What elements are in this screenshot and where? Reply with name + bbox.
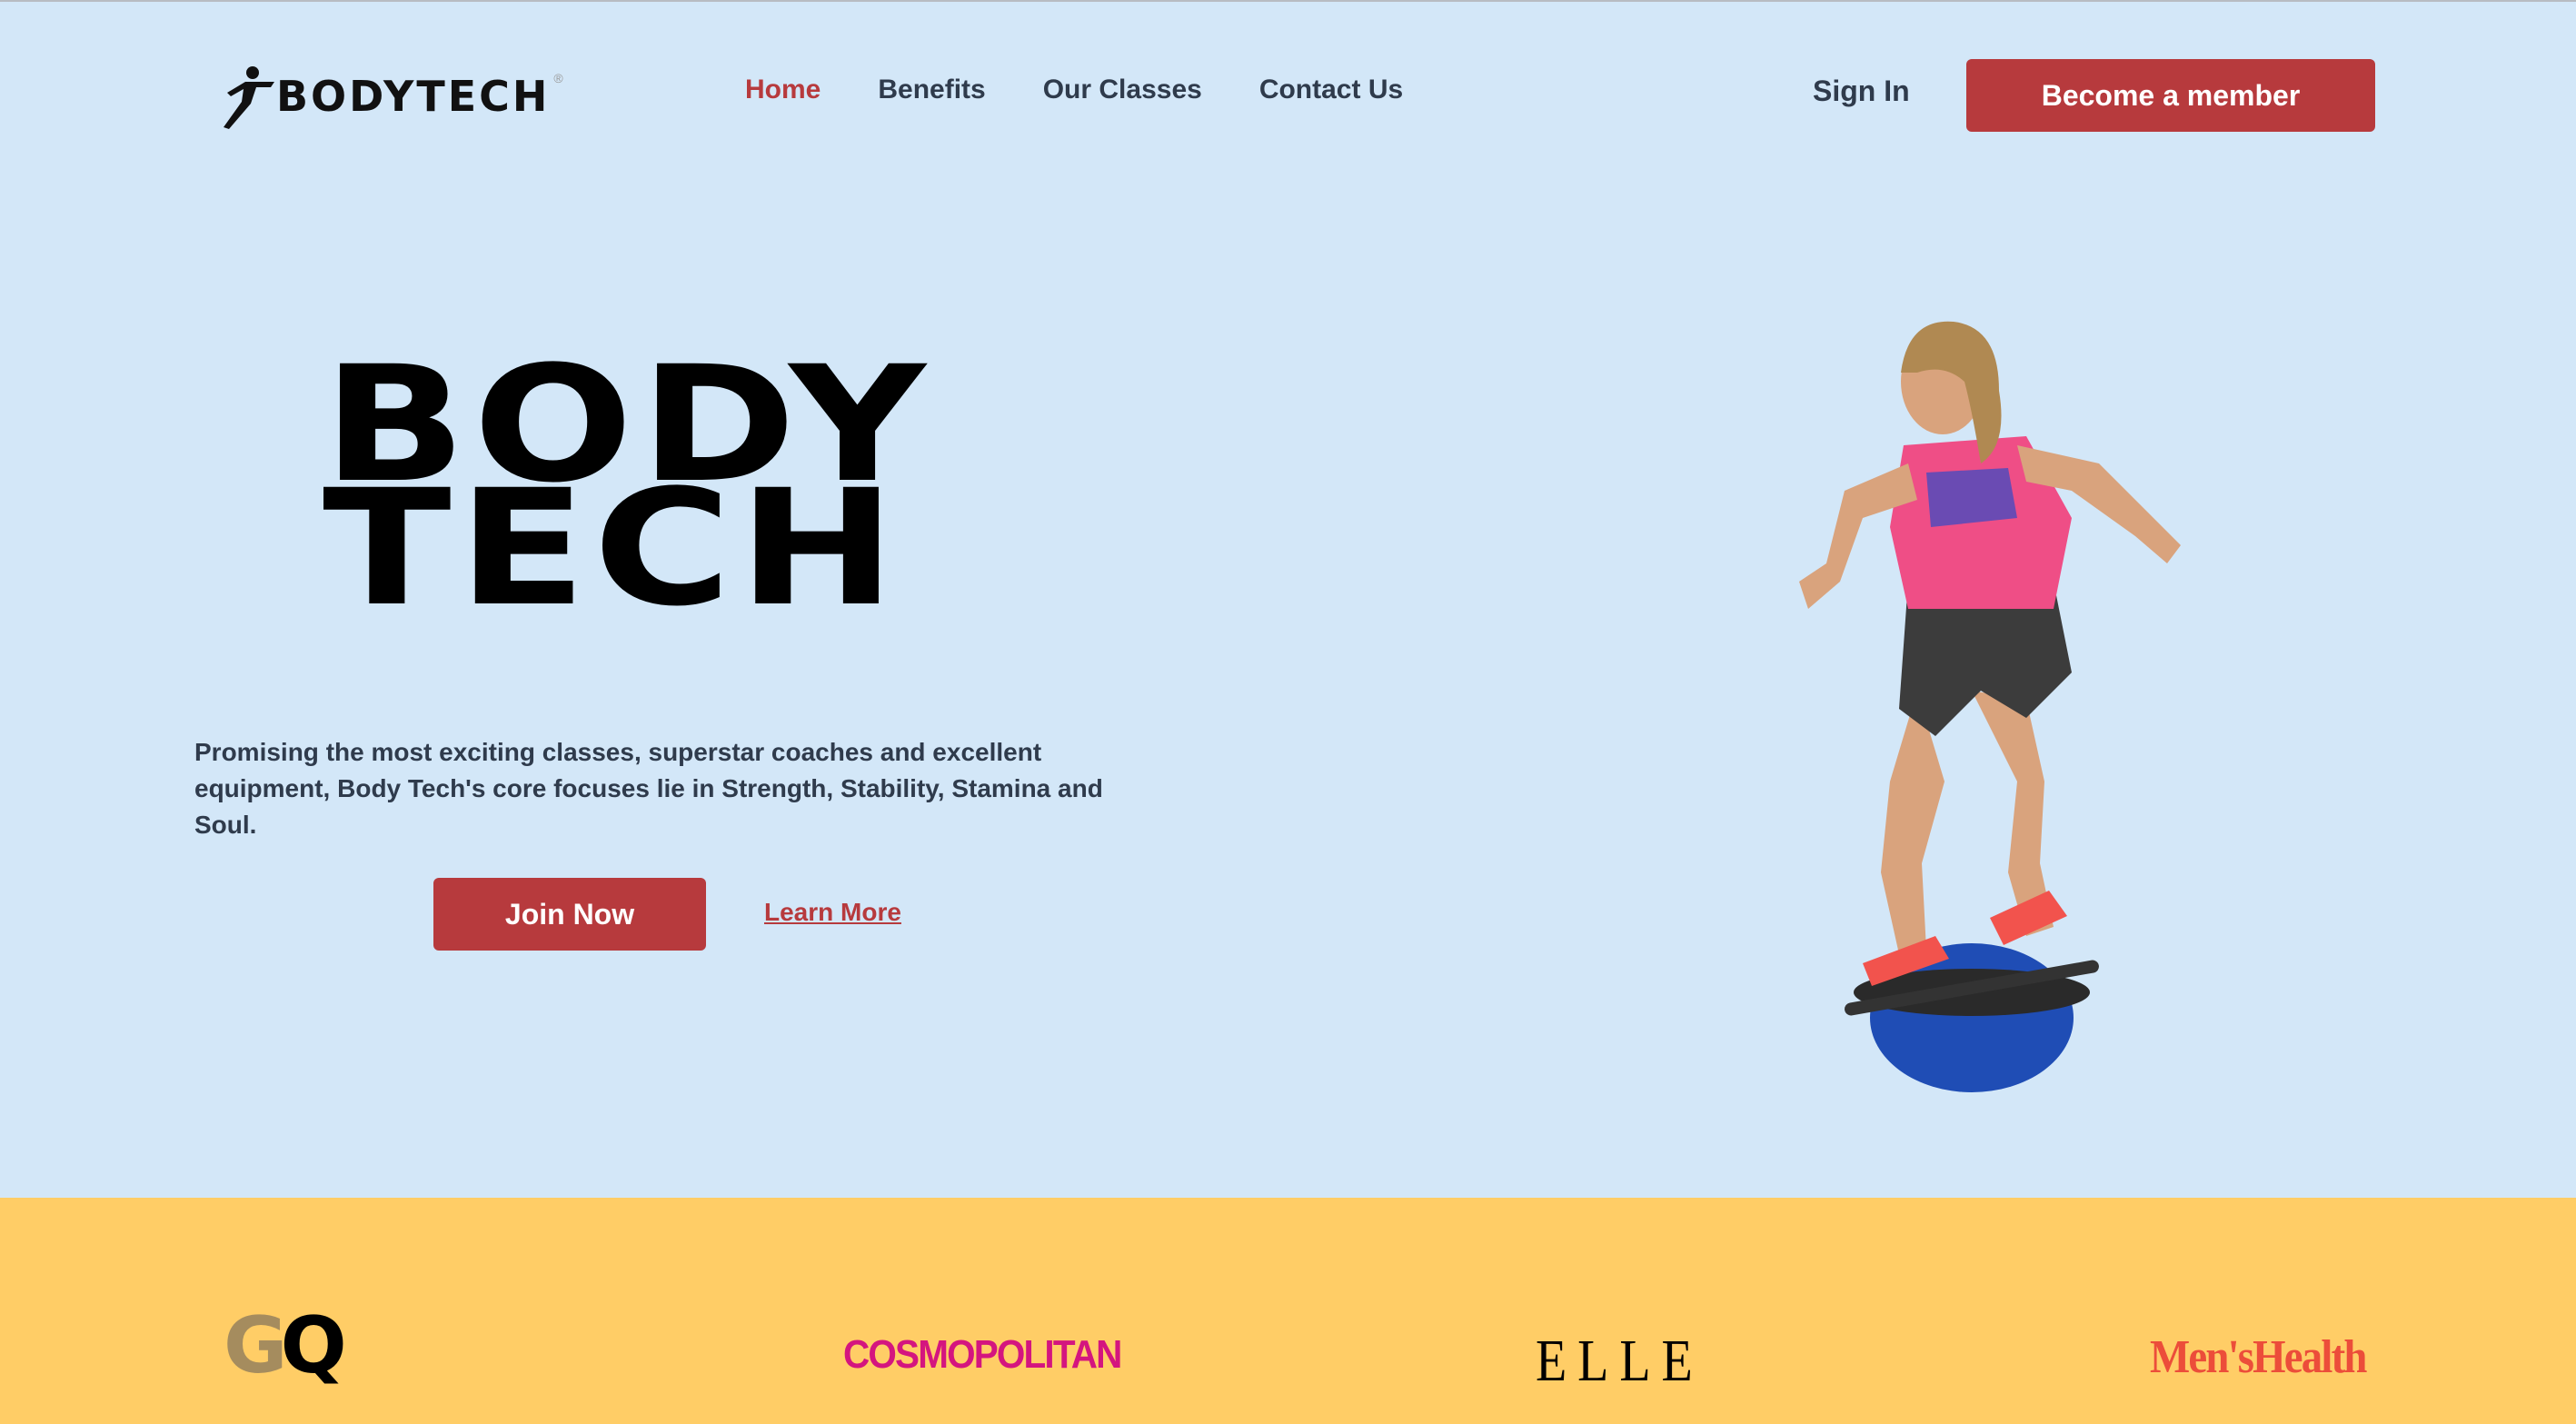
site-logo[interactable]: BODYTECH ® xyxy=(211,60,624,133)
cosmopolitan-logo: COSMOPOLITAN xyxy=(843,1332,1122,1377)
nav-our-classes[interactable]: Our Classes xyxy=(1043,75,1202,105)
trademark-mark: ® xyxy=(553,71,563,85)
become-member-button[interactable]: Become a member xyxy=(1966,59,2375,132)
join-now-button[interactable]: Join Now xyxy=(433,878,706,951)
nav-home[interactable]: Home xyxy=(745,75,821,105)
gq-logo: GQ xyxy=(224,1300,347,1391)
learn-more-link[interactable]: Learn More xyxy=(764,898,901,927)
nav-benefits[interactable]: Benefits xyxy=(878,75,985,105)
runner-logo-icon xyxy=(224,66,274,129)
hero-title: BODY TECH xyxy=(323,345,932,642)
hero-description: Promising the most exciting classes, sup… xyxy=(194,738,1103,839)
athlete-on-balance-ball-image xyxy=(1799,321,2181,1092)
logo-text: BODYTECH xyxy=(276,72,551,121)
hero-title-line2: TECH xyxy=(323,455,903,642)
nav-contact-us[interactable]: Contact Us xyxy=(1259,75,1403,105)
press-logos-band xyxy=(0,1198,2576,1424)
main-nav: Home Benefits Our Classes Contact Us xyxy=(745,75,1403,105)
elle-logo: ELLE xyxy=(1536,1328,1704,1394)
mens-health-logo: Men'sHealth xyxy=(2150,1331,2367,1383)
sign-in-link[interactable]: Sign In xyxy=(1813,75,1910,108)
